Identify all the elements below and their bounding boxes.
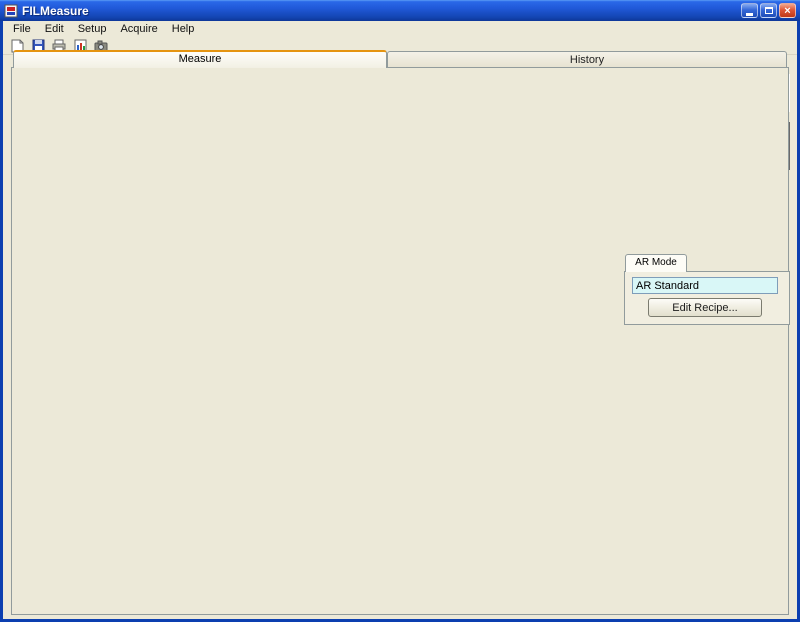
minimize-icon [746,13,753,16]
menu-bar: File Edit Setup Acquire Help [3,21,797,37]
menu-setup[interactable]: Setup [71,22,114,36]
tab-ar-mode[interactable]: AR Mode [625,254,687,272]
app-window: FILMeasure × File Edit Setup Acquire Hel… [0,0,800,622]
edit-recipe-button[interactable]: Edit Recipe... [648,298,762,317]
menu-file[interactable]: File [6,22,38,36]
tab-measure[interactable]: Measure [13,50,387,68]
client-area: File Edit Setup Acquire Help M [3,21,797,619]
tab-history[interactable]: History [387,51,787,68]
title-bar[interactable]: FILMeasure × [0,0,800,21]
close-button[interactable]: × [779,3,796,18]
maximize-icon [765,7,773,14]
recipe-input[interactable] [632,277,778,294]
app-icon [4,4,18,18]
window-title: FILMeasure [22,4,741,18]
menu-edit[interactable]: Edit [38,22,71,36]
measure-page [11,67,789,615]
menu-help[interactable]: Help [165,22,202,36]
minimize-button[interactable] [741,3,758,18]
maximize-button[interactable] [760,3,777,18]
menu-acquire[interactable]: Acquire [113,22,164,36]
